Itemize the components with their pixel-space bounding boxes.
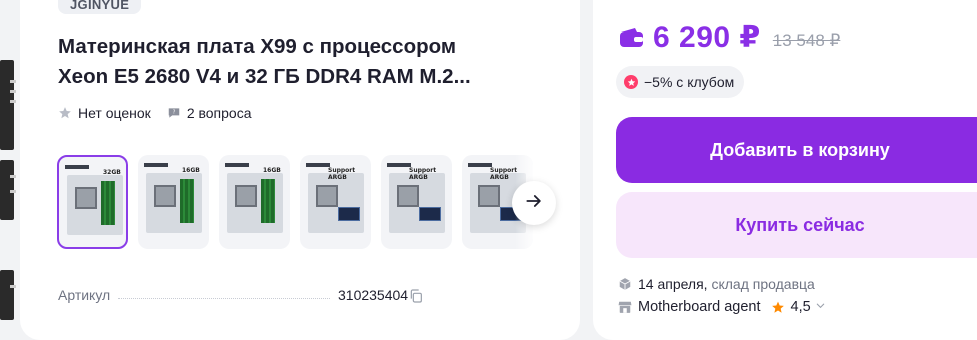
buy-now-button[interactable]: Купить сейчас — [616, 192, 977, 258]
add-to-cart-button[interactable]: Добавить в корзину — [616, 117, 977, 183]
product-meta: Нет оценок ? 2 вопроса — [58, 105, 252, 121]
thumbnail-4[interactable]: Support ARGB — [300, 155, 371, 249]
question-bubble-icon: ? — [167, 106, 181, 120]
thumbnail-3[interactable]: 16GB — [219, 155, 290, 249]
thumbnails-next-button[interactable] — [512, 181, 556, 225]
questions-link[interactable]: 2 вопроса — [187, 105, 252, 121]
copy-icon[interactable] — [408, 288, 424, 309]
brand-name: JGINYUE — [70, 0, 130, 12]
svg-text:?: ? — [172, 110, 175, 116]
rating-text[interactable]: Нет оценок — [78, 105, 151, 121]
seller-info[interactable]: Motherboard agent 4,5 — [618, 299, 826, 315]
price-block: 6 290 ₽ 13 548 ₽ — [619, 20, 840, 55]
spec-row-article: Артикул 310235404 — [58, 287, 428, 303]
thumbnail-label: Support ARGB — [328, 167, 356, 181]
thumbnail-label: Support ARGB — [409, 167, 437, 181]
thumbnail-label: 32GB — [103, 169, 121, 176]
product-title-line-2: Xeon E5 2680 V4 и 32 ГБ DDR4 RAM M.2... — [58, 65, 471, 88]
current-price: 6 290 ₽ — [653, 21, 761, 54]
club-star-icon — [624, 75, 638, 89]
delivery-source: склад продавца — [711, 276, 815, 292]
thumbnail-2[interactable]: 16GB — [138, 155, 209, 249]
seller-name[interactable]: Motherboard agent — [638, 299, 761, 315]
thumbnail-gallery: 32GB 16GB 16GB Support ARGB Support ARGB… — [57, 155, 533, 249]
delivery-date: 14 апреля, — [638, 276, 708, 292]
old-price: 13 548 ₽ — [772, 30, 841, 50]
arrow-right-icon — [524, 191, 544, 216]
delivery-info: 14 апреля, склад продавца — [618, 276, 815, 292]
thumbnail-label: 16GB — [182, 167, 200, 174]
club-discount-text: −5% с клубом — [644, 74, 735, 90]
product-title: Материнская плата X99 с процессором Xeon… — [58, 32, 568, 92]
spec-key: Артикул — [58, 287, 111, 303]
thumbnail-5[interactable]: Support ARGB — [381, 155, 452, 249]
rating-star-icon — [771, 300, 785, 314]
spec-dots — [118, 298, 330, 299]
star-icon — [58, 106, 72, 120]
wallet-icon — [619, 27, 645, 49]
previous-image-strip — [0, 0, 18, 320]
box-icon — [618, 277, 632, 291]
thumbnail-1[interactable]: 32GB — [57, 155, 128, 249]
seller-rating: 4,5 — [790, 299, 811, 315]
chevron-down-icon[interactable] — [815, 299, 826, 315]
brand-badge[interactable]: JGINYUE — [58, 0, 142, 14]
shop-icon — [618, 300, 632, 314]
thumbnail-label: 16GB — [263, 167, 281, 174]
product-title-line-1: Материнская плата X99 с процессором — [58, 35, 457, 58]
club-discount-badge[interactable]: −5% с клубом — [616, 66, 745, 98]
